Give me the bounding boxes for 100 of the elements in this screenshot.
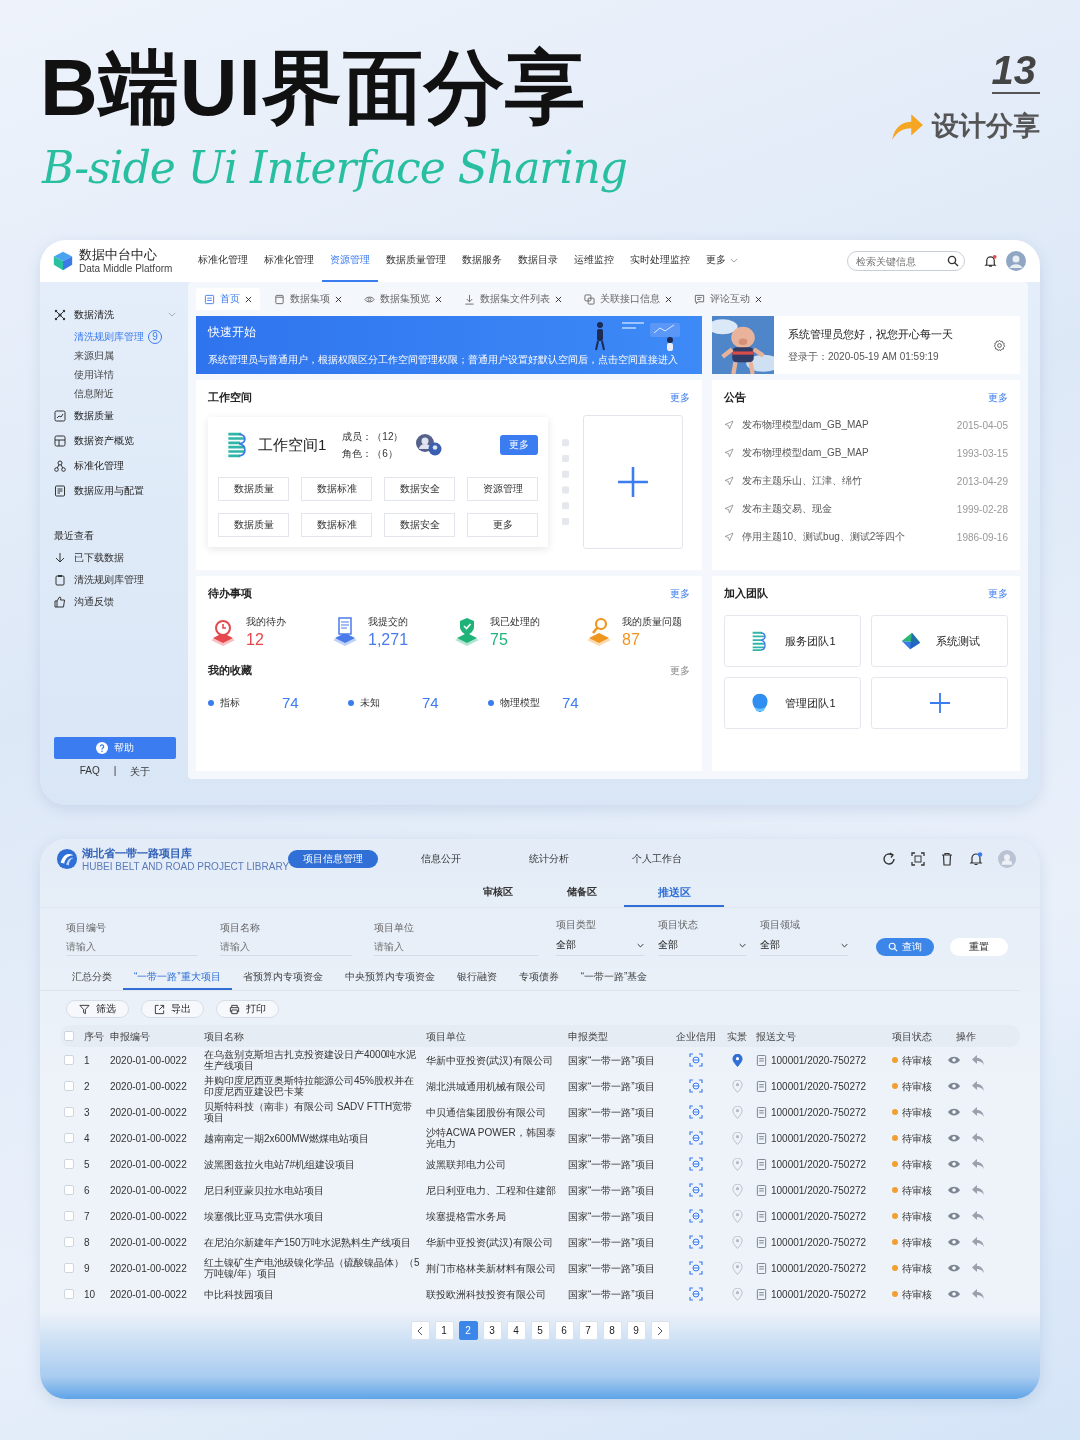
reply-icon[interactable] (971, 1053, 985, 1067)
checkbox[interactable] (64, 1211, 74, 1221)
team-card[interactable]: 系统测试 (871, 615, 1008, 667)
workspace-action-button[interactable]: 数据标准 (301, 477, 372, 501)
search-field[interactable]: 检索关键信息 (847, 251, 965, 272)
nav-item[interactable]: 数据服务 (454, 240, 510, 282)
team-card[interactable]: 管理团队1 (724, 677, 861, 729)
page-button[interactable]: 2 (458, 1321, 478, 1340)
next-page-button[interactable] (650, 1321, 670, 1340)
add-workspace-button[interactable] (583, 415, 683, 549)
page-button[interactable]: 3 (482, 1321, 502, 1340)
caret-icon[interactable] (168, 312, 176, 317)
sidebar-group[interactable]: 数据应用与配置 (74, 483, 176, 498)
face-scan-icon[interactable] (689, 1157, 703, 1171)
more-button[interactable]: 更多 (500, 435, 538, 455)
about-link[interactable]: 关于 (130, 765, 151, 779)
face-scan-icon[interactable] (689, 1287, 703, 1301)
nav-item[interactable]: 统计分析 (504, 850, 594, 868)
checkbox[interactable] (64, 1185, 74, 1195)
avatar-icon[interactable] (998, 850, 1016, 868)
sidebar-item[interactable]: 来源归属 (74, 346, 176, 365)
zone-tab[interactable]: 储备区 (540, 879, 624, 907)
nav-item[interactable]: 个人工作台 (612, 850, 702, 868)
add-team-button[interactable] (871, 677, 1008, 729)
query-button[interactable]: 查询 (876, 938, 934, 956)
close-icon[interactable] (755, 295, 762, 303)
nav-item[interactable]: 更多 (698, 240, 746, 282)
filter-input[interactable]: 请输入 (66, 941, 198, 956)
filter-dropdown[interactable]: 全部 (760, 938, 848, 956)
close-icon[interactable] (335, 295, 342, 303)
reply-icon[interactable] (971, 1183, 985, 1197)
page-tab[interactable]: 首页 (196, 288, 260, 310)
checkbox[interactable] (64, 1237, 74, 1247)
workspace-action-button[interactable]: 数据质量 (218, 513, 289, 537)
workspace-action-button[interactable]: 数据安全 (384, 513, 455, 537)
location-pin-icon[interactable] (731, 1053, 743, 1067)
face-scan-icon[interactable] (689, 1183, 703, 1197)
sidebar-item[interactable]: 信息附近 (74, 384, 176, 403)
reply-icon[interactable] (971, 1157, 985, 1171)
reply-icon[interactable] (971, 1079, 985, 1093)
sidebar-item[interactable]: 清洗规则库管理 9 (74, 327, 176, 346)
checkbox[interactable] (64, 1133, 74, 1143)
reset-button[interactable]: 重置 (950, 938, 1008, 956)
face-scan-icon[interactable] (689, 1209, 703, 1223)
filter-input[interactable]: 请输入 (220, 941, 352, 956)
fullscreen-icon[interactable] (911, 852, 925, 866)
filter-dropdown[interactable]: 全部 (658, 938, 746, 956)
zone-tab[interactable]: 推送区 (624, 879, 724, 907)
reply-icon[interactable] (971, 1287, 985, 1301)
more-link[interactable]: 更多 (988, 390, 1008, 405)
zone-tab[interactable]: 审核区 (456, 879, 540, 907)
checkbox[interactable] (64, 1055, 74, 1065)
notice-item[interactable]: 发布物理模型dam_GB_MAP (742, 446, 949, 460)
page-tab[interactable]: 数据集文件列表 (456, 288, 570, 310)
category-tab[interactable]: “一带一路”基金 (569, 966, 659, 990)
nav-item[interactable]: 信息公开 (396, 850, 486, 868)
sidebar-item[interactable]: 使用详情 (74, 365, 176, 384)
nav-item[interactable]: 实时处理监控 (622, 240, 698, 282)
nav-item[interactable]: 数据目录 (510, 240, 566, 282)
workspace-action-button[interactable]: 更多 (467, 513, 538, 537)
face-scan-icon[interactable] (689, 1079, 703, 1093)
previous-page-button[interactable] (410, 1321, 430, 1340)
face-scan-icon[interactable] (689, 1131, 703, 1145)
reply-icon[interactable] (971, 1131, 985, 1145)
category-tab[interactable]: 汇总分类 (66, 966, 123, 990)
nav-item[interactable]: 数据质量管理 (378, 240, 454, 282)
team-card[interactable]: 服务团队1 (724, 615, 861, 667)
notification-bell-icon[interactable] (969, 852, 983, 866)
checkbox[interactable] (64, 1263, 74, 1273)
category-tab[interactable]: 省预算内专项资金 (231, 966, 334, 990)
checkbox[interactable] (64, 1107, 74, 1117)
favorite-label[interactable]: 物理模型 (500, 695, 556, 710)
checkbox[interactable] (64, 1159, 74, 1169)
sidebar-group[interactable]: 标准化管理 (74, 458, 176, 473)
page-tab[interactable]: 评论互动 (686, 288, 770, 310)
nav-item[interactable]: 标准化管理 (190, 240, 256, 282)
notification-bell-icon[interactable] (983, 253, 998, 269)
checkbox[interactable] (64, 1289, 74, 1299)
nav-item[interactable]: 运维监控 (566, 240, 622, 282)
page-tab[interactable]: 数据集预览 (356, 288, 450, 310)
notice-item[interactable]: 发布物理模型dam_GB_MAP (742, 418, 949, 432)
nav-item[interactable]: 标准化管理 (256, 240, 322, 282)
face-scan-icon[interactable] (689, 1053, 703, 1067)
sidebar-group[interactable]: 数据质量 (74, 408, 176, 423)
workspace-action-button[interactable]: 资源管理 (467, 477, 538, 501)
sidebar-group[interactable]: 数据资产概览 (74, 433, 176, 448)
recent-item[interactable]: 沟通反馈 (74, 595, 114, 609)
page-button[interactable]: 9 (626, 1321, 646, 1340)
page-button[interactable]: 4 (506, 1321, 526, 1340)
more-link[interactable]: 更多 (670, 586, 690, 601)
face-scan-icon[interactable] (689, 1261, 703, 1275)
page-button[interactable]: 8 (602, 1321, 622, 1340)
checkbox[interactable] (64, 1031, 74, 1041)
face-scan-icon[interactable] (689, 1235, 703, 1249)
notice-item[interactable]: 发布主题交易、现金 (742, 502, 949, 516)
todo-count[interactable]: 12 (246, 631, 264, 649)
sidebar-group[interactable]: 数据清洗 (74, 307, 160, 322)
notice-item[interactable]: 停用主题10、测试bug、测试2等四个 (742, 530, 949, 544)
trash-icon[interactable] (940, 852, 954, 866)
filter-button[interactable]: 筛选 (66, 1000, 129, 1018)
